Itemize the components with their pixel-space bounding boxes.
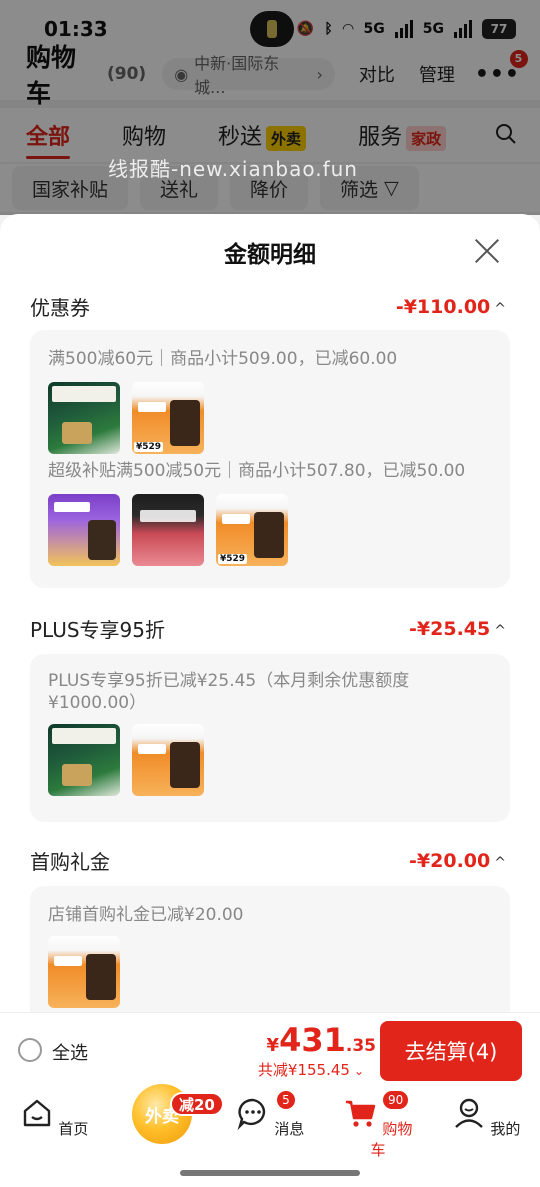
nav-messages-label: 消息: [274, 1120, 305, 1138]
chevron-up-icon: ^: [494, 854, 506, 871]
section-coupon-card: 满500减60元｜商品小计509.00，已减60.00 ¥529 超级补贴满50…: [30, 330, 510, 588]
product-thumb[interactable]: ¥529: [132, 382, 204, 454]
nav-cart-badge: 90: [382, 1090, 410, 1110]
sheet-scroll[interactable]: 优惠券 -¥110.00 ^ 满500减60元｜商品小计509.00，已减60.0…: [0, 290, 540, 1015]
user-icon: [454, 1098, 483, 1128]
total-reduced[interactable]: 共减¥155.45 ⌄: [258, 1059, 364, 1080]
close-icon[interactable]: [474, 238, 500, 264]
product-thumbs: [48, 724, 204, 796]
watermark: 线报酷-new.xianbao.fun: [108, 157, 358, 181]
section-amount: -¥25.45: [409, 617, 491, 640]
currency-symbol: ¥: [266, 1035, 280, 1056]
nav-home-label: 首页: [58, 1120, 89, 1138]
detail-line: 超级补贴满500减50元｜商品小计507.80，已减50.00: [48, 461, 466, 481]
cart-icon: [345, 1100, 375, 1127]
select-all-label[interactable]: 全选: [52, 1039, 88, 1065]
checkout-button[interactable]: 去结算(4): [380, 1021, 522, 1081]
chevron-up-icon: ^: [494, 622, 506, 639]
product-thumb[interactable]: [132, 494, 204, 566]
nav-messages[interactable]: 5 消息: [230, 1090, 310, 1139]
nav-me-label: 我的: [490, 1120, 521, 1138]
message-icon: [237, 1098, 265, 1131]
chevron-down-icon: ⌄: [353, 1064, 364, 1078]
sheet-title: 金额明细: [224, 242, 316, 268]
nav-me[interactable]: 我的: [446, 1096, 526, 1139]
chevron-up-icon: ^: [494, 300, 506, 317]
thumb-price-label: ¥529: [134, 442, 164, 452]
product-thumbs: ¥529: [48, 382, 204, 454]
select-all-checkbox[interactable]: [18, 1038, 42, 1062]
section-coupon-header[interactable]: 优惠券 -¥110.00 ^: [30, 292, 506, 321]
product-thumb[interactable]: [132, 724, 204, 796]
home-indicator[interactable]: [180, 1170, 360, 1176]
product-thumb[interactable]: [48, 382, 120, 454]
thumb-price-label: ¥529: [218, 554, 248, 564]
detail-line: 满500减60元｜商品小计509.00，已减60.00: [48, 349, 398, 369]
section-name: PLUS专享95折: [30, 618, 165, 642]
product-thumb[interactable]: [48, 494, 120, 566]
section-amount: -¥20.00: [409, 849, 491, 872]
nav-home[interactable]: 首页: [14, 1096, 94, 1139]
dim-overlay[interactable]: [0, 0, 540, 215]
checkout-bar: 全选 ¥ 431 .35 共减¥155.45 ⌄ 去结算(4): [0, 1012, 540, 1088]
product-thumb[interactable]: [48, 724, 120, 796]
price-decimal: .35: [345, 1036, 376, 1056]
app-root: 01:33 🔕 ᛒ ◠ 5G 5G 77 购物车 (90) ◉ 中新·国际东城.…: [0, 0, 540, 1187]
product-thumb[interactable]: ¥529: [216, 494, 288, 566]
section-plus-card: PLUS专享95折已减¥25.45（本月剩余优惠额度¥1000.00）: [30, 654, 510, 822]
product-thumbs: ¥529: [48, 494, 288, 566]
nav-takeout-badge: 减20: [170, 1092, 224, 1116]
product-thumb[interactable]: [48, 936, 120, 1008]
section-name: 首购礼金: [30, 850, 110, 874]
section-amount: -¥110.00: [395, 295, 491, 318]
reduced-text: 共减¥155.45: [257, 1061, 350, 1079]
price-integer: 431: [279, 1021, 346, 1059]
section-firstbuy-card: 店铺首购礼金已减¥20.00: [30, 886, 510, 1015]
total-price: ¥ 431 .35: [267, 1021, 376, 1059]
home-icon: [23, 1099, 50, 1127]
detail-line: 店铺首购礼金已减¥20.00: [48, 905, 244, 925]
nav-cart[interactable]: 90 购物车: [338, 1090, 418, 1160]
detail-line: PLUS专享95折已减¥25.45（本月剩余优惠额度¥1000.00）: [48, 671, 410, 713]
section-name: 优惠券: [30, 296, 90, 320]
nav-messages-badge: 5: [276, 1090, 296, 1110]
section-firstbuy-header[interactable]: 首购礼金 -¥20.00 ^: [30, 846, 506, 875]
product-thumbs: [48, 936, 120, 1008]
section-plus-header[interactable]: PLUS专享95折 -¥25.45 ^: [30, 614, 506, 643]
